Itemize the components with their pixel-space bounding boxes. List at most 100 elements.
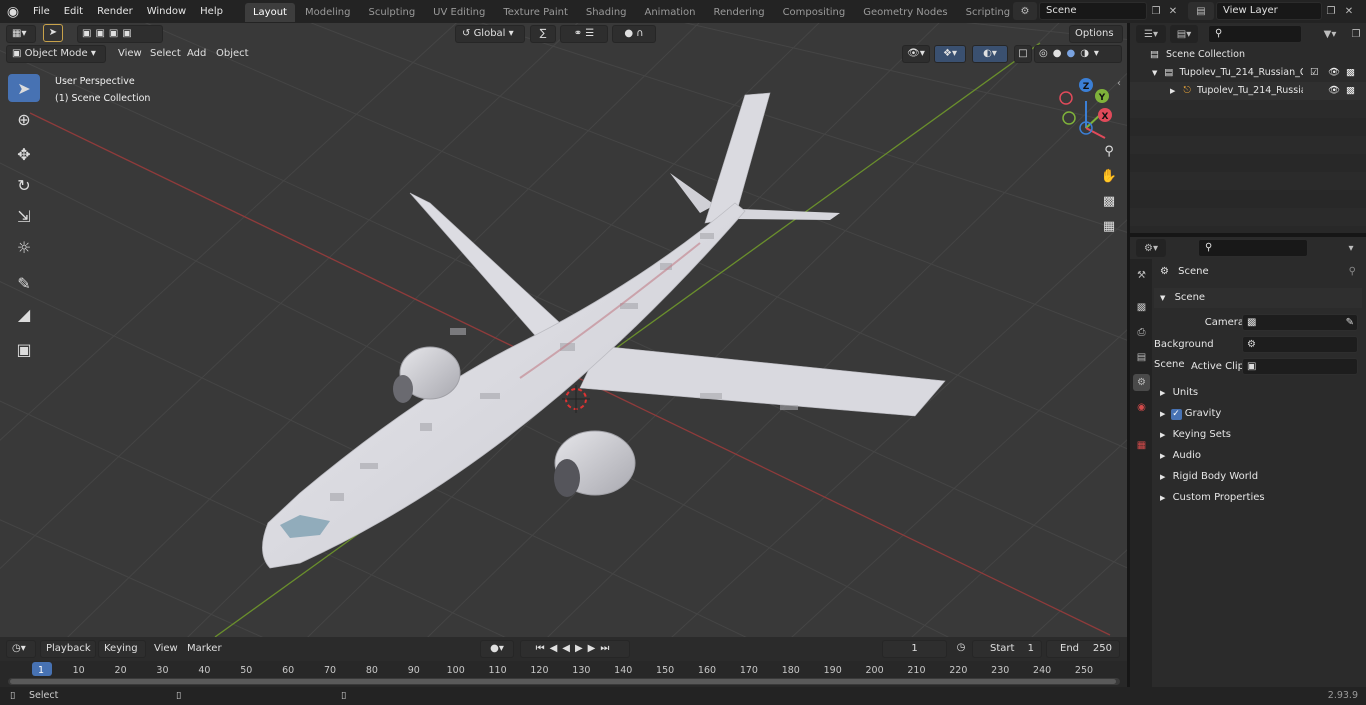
panel-units[interactable]: ▶ Units — [1154, 383, 1362, 403]
expand-arrow-icon[interactable]: ▶ — [1170, 87, 1175, 95]
camera-field[interactable]: ✎ ▩ — [1242, 314, 1358, 331]
menu-edit[interactable]: Edit — [57, 0, 90, 23]
pan-hand-icon[interactable]: ✋ — [1098, 165, 1120, 187]
tool-add-cube-icon[interactable]: ▣ — [8, 335, 40, 363]
current-frame-field[interactable]: 1 — [882, 640, 947, 658]
tool-measure-icon[interactable]: ◢ — [8, 300, 40, 328]
menu-add[interactable]: Add — [187, 45, 206, 63]
selection-mode-buttons[interactable]: ▣▣▣▣ — [77, 25, 163, 43]
tab-animation[interactable]: Animation — [637, 3, 704, 22]
tab-shading[interactable]: Shading — [578, 3, 635, 22]
gravity-checkbox-icon[interactable]: ✓ — [1170, 409, 1182, 420]
tool-scale-icon[interactable]: ⇲ — [8, 202, 40, 230]
blender-logo-icon[interactable]: ◉ — [0, 0, 26, 23]
output-tab-icon[interactable]: ⎙ — [1133, 324, 1150, 341]
tool-select-box-icon[interactable]: ➤ — [8, 74, 40, 102]
panel-custom-properties[interactable]: ▶ Custom Properties — [1154, 488, 1362, 508]
tool-tab-icon[interactable]: ⚒ — [1133, 267, 1150, 284]
active-clip-field[interactable]: ▣ — [1242, 358, 1358, 375]
outliner-object-row[interactable]: ▶ ⎋ Tupolev_Tu_214_Russian 👁 ▩ — [1130, 82, 1366, 100]
timeline-editor-type-icon[interactable]: ◷▾ — [6, 640, 36, 658]
new-collection-icon[interactable]: ❐ — [1348, 25, 1364, 43]
perspective-toggle-icon[interactable]: ▦ — [1098, 215, 1120, 237]
playback-menu[interactable]: Playback ▾ — [40, 640, 96, 670]
keying-menu[interactable]: Keying ▾ — [98, 640, 146, 670]
xray-toggle-icon[interactable]: □ — [1014, 45, 1032, 63]
scene-selector-icon[interactable]: ⚙ — [1013, 2, 1037, 20]
camera-view-icon[interactable]: ▩ — [1098, 190, 1120, 212]
expand-arrow-icon[interactable]: ▼ — [1152, 69, 1157, 77]
tab-compositing[interactable]: Compositing — [775, 3, 854, 22]
panel-gravity[interactable]: ▶ ✓ Gravity — [1154, 404, 1362, 424]
tab-uv-editing[interactable]: UV Editing — [425, 3, 493, 22]
editor-type-icon[interactable]: ▦▾ — [6, 25, 36, 43]
filter-icon[interactable]: ▼▾ — [1316, 25, 1344, 43]
scrollbar-thumb[interactable] — [10, 679, 1116, 684]
outliner-root-row[interactable]: ▤ Scene Collection — [1130, 46, 1366, 64]
tab-layout[interactable]: Layout — [244, 3, 295, 22]
3d-viewport[interactable]: Z Y X ▦▾ ➤ ▣▣▣▣ ↺ Global ▾ ∑ ⚭ ☰ ● ∩ Opt… — [0, 23, 1127, 637]
view-layer-tab-icon[interactable]: ▤ — [1133, 349, 1150, 366]
start-frame-field[interactable]: Start 1 — [972, 640, 1042, 658]
properties-options-icon[interactable]: ▾ — [1342, 239, 1360, 257]
sidebar-toggle-icon[interactable]: ‹ — [1117, 78, 1121, 89]
panel-keying-sets[interactable]: ▶ Keying Sets — [1154, 425, 1362, 445]
texture-tab-icon[interactable]: ▦ — [1133, 437, 1150, 454]
options-dropdown[interactable]: Options ▾ — [1069, 25, 1123, 55]
menu-render[interactable]: Render — [90, 0, 140, 23]
scene-name-field[interactable]: Scene — [1039, 2, 1147, 20]
transform-orientation-dropdown[interactable]: ↺ Global ▾ — [455, 25, 525, 43]
tool-move-icon[interactable]: ✥ — [8, 140, 40, 168]
display-mode-icon[interactable]: ▤▾ — [1170, 25, 1198, 43]
airplane-model[interactable] — [262, 92, 946, 569]
new-view-layer-icon[interactable]: ❐ — [1323, 2, 1339, 20]
timeline-marker-menu[interactable]: Marker — [187, 640, 222, 658]
delete-view-layer-icon[interactable]: ✕ — [1341, 2, 1357, 20]
select-box-icon[interactable]: ➤ — [43, 24, 63, 42]
delete-scene-icon[interactable]: ✕ — [1165, 2, 1181, 20]
menu-object[interactable]: Object — [216, 45, 249, 63]
visibility-eye-icon[interactable]: 👁▾ — [902, 45, 930, 63]
menu-view[interactable]: View — [118, 45, 142, 63]
include-checkbox-icon[interactable]: ☑ — [1310, 64, 1319, 82]
tab-rendering[interactable]: Rendering — [705, 3, 772, 22]
scene-section-header[interactable]: ▼ Scene — [1154, 288, 1362, 308]
outliner-editor-type-icon[interactable]: ☰▾ — [1136, 25, 1166, 43]
eye-visibility-icon[interactable]: 👁 — [1328, 82, 1340, 100]
mode-dropdown[interactable]: ▣ Object Mode ▾ — [6, 45, 106, 63]
tool-cursor-icon[interactable]: ⊕ — [8, 105, 40, 133]
menu-select[interactable]: Select — [150, 45, 181, 63]
end-frame-field[interactable]: End 250 — [1046, 640, 1120, 658]
gizmo-toggle-icon[interactable]: ❖▾ — [934, 45, 966, 63]
eye-visibility-icon[interactable]: 👁 — [1328, 64, 1340, 82]
properties-search-input[interactable]: ⚲ — [1198, 239, 1308, 257]
render-camera-icon[interactable]: ▩ — [1346, 82, 1355, 100]
render-tab-icon[interactable]: ▩ — [1133, 299, 1150, 316]
pin-icon[interactable]: ⚲ — [1349, 262, 1356, 282]
world-tab-icon[interactable]: ◉ — [1133, 399, 1150, 416]
snap-toggle-icon[interactable]: ⚭ ☰ — [560, 25, 608, 43]
auto-keying-icon[interactable]: ●▾ — [480, 640, 514, 658]
tab-modeling[interactable]: Modeling — [297, 3, 359, 22]
tab-texture-paint[interactable]: Texture Paint — [495, 3, 576, 22]
eyedropper-icon[interactable]: ✎ — [1346, 315, 1354, 330]
tab-geometry-nodes[interactable]: Geometry Nodes — [855, 3, 955, 22]
overlays-toggle-icon[interactable]: ◐▾ — [972, 45, 1008, 63]
panel-rigid-body-world[interactable]: ▶ Rigid Body World — [1154, 467, 1362, 487]
background-scene-field[interactable]: ⚙ — [1242, 336, 1358, 353]
shading-mode-buttons[interactable]: ◎●●◑▾ — [1034, 45, 1122, 63]
tab-sculpting[interactable]: Sculpting — [360, 3, 423, 22]
pivot-point-icon[interactable]: ∑ — [530, 25, 556, 43]
view-layer-field[interactable]: View Layer — [1216, 2, 1322, 20]
outliner-collection-row[interactable]: ▼ ▤ Tupolev_Tu_214_Russian_Gov ☑ 👁 ▩ — [1130, 64, 1366, 82]
outliner-search-input[interactable]: ⚲ — [1208, 25, 1302, 43]
render-camera-icon[interactable]: ▩ — [1346, 64, 1355, 82]
tab-scripting[interactable]: Scripting — [958, 3, 1018, 22]
preview-range-icon[interactable]: ◷ — [952, 640, 970, 658]
view-layer-selector-icon[interactable]: ▤ — [1188, 2, 1214, 20]
tool-annotate-icon[interactable]: ✎ — [8, 269, 40, 297]
panel-audio[interactable]: ▶ Audio — [1154, 446, 1362, 466]
properties-editor-type-icon[interactable]: ⚙▾ — [1136, 239, 1166, 257]
menu-window[interactable]: Window — [140, 0, 193, 23]
menu-help[interactable]: Help — [193, 0, 230, 23]
